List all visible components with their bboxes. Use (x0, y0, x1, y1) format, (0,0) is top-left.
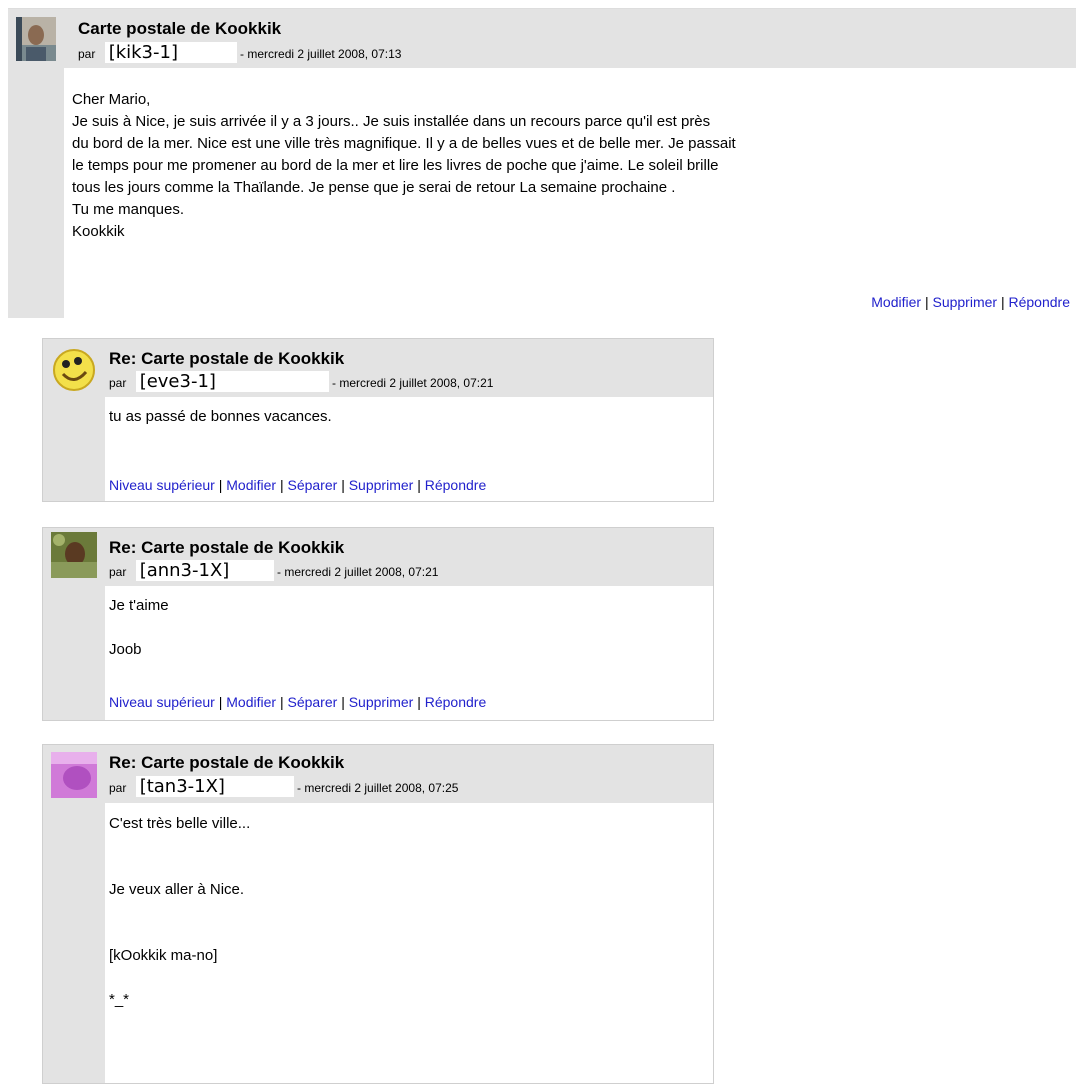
avatar-column (8, 9, 64, 318)
by-label: par (78, 47, 96, 61)
message-line: [kOokkik ma-no] (109, 947, 218, 964)
profile-photo-icon (51, 752, 97, 798)
profile-photo-icon (16, 17, 56, 61)
separator: | (279, 694, 284, 710)
post-header: Re: Carte postale de Kookkik par [eve3-1… (105, 339, 713, 397)
separer-link[interactable]: Séparer (287, 694, 337, 710)
post-byline: par [kik3-1] - mercredi 2 juillet 2008, … (78, 42, 401, 63)
post-subject: Carte postale de Kookkik (78, 19, 282, 38)
avatar[interactable] (51, 532, 97, 578)
avatar-column (43, 528, 105, 720)
modifier-link[interactable]: Modifier (871, 294, 921, 310)
message-line: Kookkik (72, 223, 125, 240)
message-line: le temps pour me promener au bord de la … (72, 157, 719, 174)
separator: | (218, 477, 223, 493)
message-line: Cher Mario, (72, 91, 151, 108)
post-byline: par [tan3-1X] - mercredi 2 juillet 2008,… (109, 776, 458, 797)
supprimer-link[interactable]: Supprimer (349, 477, 414, 493)
separator: | (924, 294, 929, 310)
author-link[interactable]: [ann3-1X] (135, 560, 274, 581)
separator: | (341, 694, 345, 710)
message-line: Je suis à Nice, je suis arrivée il y a 3… (72, 113, 711, 130)
repondre-link[interactable]: Répondre (425, 694, 487, 710)
modifier-link[interactable]: Modifier (226, 477, 276, 493)
post-byline: par [eve3-1] - mercredi 2 juillet 2008, … (109, 371, 493, 392)
modifier-link[interactable]: Modifier (226, 694, 276, 710)
post-message: tu as passé de bonnes vacances. (109, 406, 332, 428)
forum-post-main: Carte postale de Kookkik par [kik3-1] - … (8, 8, 1076, 318)
by-label: par (109, 565, 127, 579)
supprimer-link[interactable]: Supprimer (932, 294, 997, 310)
post-date: - mercredi 2 juillet 2008, 07:21 (277, 565, 439, 579)
author-link[interactable]: [eve3-1] (135, 371, 329, 392)
by-label: par (109, 781, 127, 795)
profile-photo-icon (51, 532, 97, 578)
post-content: tu as passé de bonnes vacances. Niveau s… (105, 397, 713, 501)
post-content: C'est très belle ville... Je veux aller … (105, 803, 713, 1083)
post-header: Re: Carte postale de Kookkik par [ann3-1… (105, 528, 713, 586)
post-content: Je t'aime Joob Niveau supérieur | Modifi… (105, 586, 713, 720)
separator: | (218, 694, 223, 710)
post-header: Carte postale de Kookkik par [kik3-1] - … (64, 9, 1076, 68)
by-label: par (109, 376, 127, 390)
message-line: tu as passé de bonnes vacances. (109, 408, 332, 425)
post-byline: par [ann3-1X] - mercredi 2 juillet 2008,… (109, 560, 438, 581)
message-line: du bord de la mer. Nice est une ville tr… (72, 135, 736, 152)
post-commands: Niveau supérieur | Modifier | Séparer | … (109, 474, 486, 496)
post-message: Je t'aime Joob (109, 595, 169, 661)
post-header: Re: Carte postale de Kookkik par [tan3-1… (105, 745, 713, 803)
avatar-column (43, 339, 105, 501)
post-commands: Niveau supérieur | Modifier | Séparer | … (109, 691, 486, 713)
author-link[interactable]: [kik3-1] (104, 42, 237, 63)
niveau-superieur-link[interactable]: Niveau supérieur (109, 477, 215, 493)
separator: | (1000, 294, 1005, 310)
message-line: C'est très belle ville... (109, 815, 251, 832)
supprimer-link[interactable]: Supprimer (349, 694, 414, 710)
separer-link[interactable]: Séparer (287, 477, 337, 493)
smiley-face-icon (53, 349, 95, 391)
message-line: Joob (109, 641, 142, 658)
forum-reply: Re: Carte postale de Kookkik par [tan3-1… (42, 744, 714, 1084)
repondre-link[interactable]: Répondre (425, 477, 487, 493)
post-subject: Re: Carte postale de Kookkik (109, 753, 345, 772)
post-subject: Re: Carte postale de Kookkik (109, 349, 345, 368)
forum-reply: Re: Carte postale de Kookkik par [eve3-1… (42, 338, 714, 502)
message-line: Je t'aime (109, 597, 169, 614)
author-link[interactable]: [tan3-1X] (135, 776, 294, 797)
message-line: tous les jours comme la Thaïlande. Je pe… (72, 179, 676, 196)
avatar[interactable] (16, 17, 56, 61)
post-message: Cher Mario, Je suis à Nice, je suis arri… (72, 89, 736, 243)
niveau-superieur-link[interactable]: Niveau supérieur (109, 694, 215, 710)
message-line: Je veux aller à Nice. (109, 881, 245, 898)
post-subject: Re: Carte postale de Kookkik (109, 538, 345, 557)
message-line: Tu me manques. (72, 201, 184, 218)
separator: | (417, 477, 421, 493)
separator: | (279, 477, 284, 493)
post-date: - mercredi 2 juillet 2008, 07:21 (332, 376, 494, 390)
post-date: - mercredi 2 juillet 2008, 07:13 (240, 47, 402, 61)
separator: | (417, 694, 421, 710)
avatar-column (43, 745, 105, 1083)
avatar[interactable] (51, 752, 97, 798)
message-line: *_* (109, 991, 130, 1008)
post-content: Cher Mario, Je suis à Nice, je suis arri… (64, 68, 1076, 318)
post-date: - mercredi 2 juillet 2008, 07:25 (297, 781, 459, 795)
post-message: C'est très belle ville... Je veux aller … (109, 813, 250, 1011)
post-commands: Modifier | Supprimer | Répondre (871, 291, 1070, 313)
forum-reply: Re: Carte postale de Kookkik par [ann3-1… (42, 527, 714, 721)
separator: | (341, 477, 345, 493)
avatar[interactable] (51, 346, 97, 392)
repondre-link[interactable]: Répondre (1009, 294, 1071, 310)
